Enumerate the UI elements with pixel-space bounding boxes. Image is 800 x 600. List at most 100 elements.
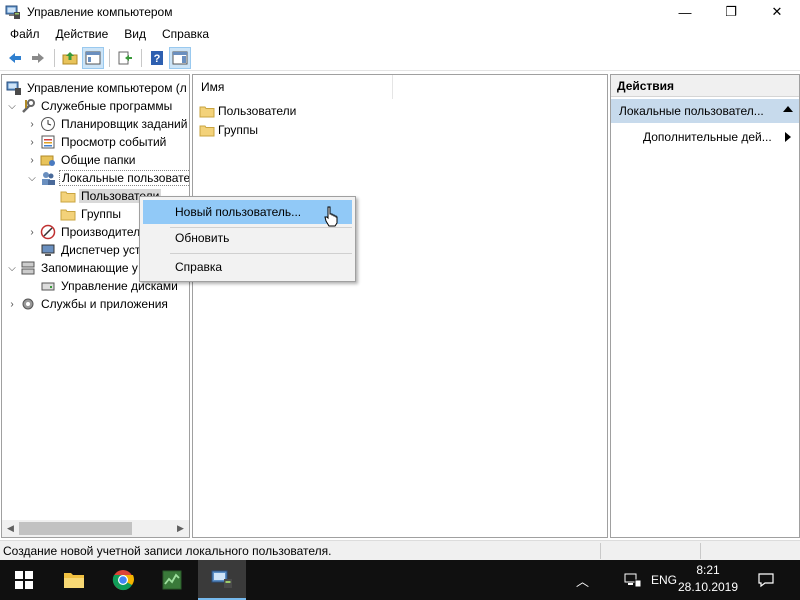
- menu-separator: [170, 253, 352, 254]
- collapse-arrow-icon[interactable]: [783, 106, 793, 112]
- close-button[interactable]: ✕: [754, 0, 800, 24]
- folder-icon: [199, 125, 215, 137]
- help-button[interactable]: ?: [146, 47, 168, 69]
- network-button[interactable]: [624, 560, 642, 600]
- tree-item-task-scheduler[interactable]: › Планировщик заданий: [26, 115, 189, 133]
- tree-item-storage[interactable]: ⌵ Запоминающие у: [6, 259, 140, 277]
- menu-help[interactable]: Справка: [154, 24, 217, 44]
- performance-icon: [40, 224, 56, 240]
- status-bar: Создание новой учетной записи локального…: [0, 540, 800, 560]
- start-button[interactable]: [0, 560, 48, 600]
- tools-icon: [22, 99, 35, 113]
- toolbar-separator: [54, 48, 55, 67]
- column-header-name[interactable]: Имя: [193, 75, 393, 99]
- task-manager-icon: [162, 570, 182, 590]
- taskbar-task-manager[interactable]: [148, 560, 196, 600]
- menu-bar: Файл Действие Вид Справка: [0, 24, 800, 44]
- tree-item-performance[interactable]: › Производител: [26, 223, 142, 241]
- actions-pane: Действия Локальные пользовател... Дополн…: [610, 74, 800, 538]
- maximize-button[interactable]: ❐: [708, 0, 754, 24]
- storage-icon: [21, 261, 35, 275]
- taskbar-computer-management[interactable]: [198, 560, 246, 600]
- submenu-arrow-icon: [785, 132, 791, 142]
- scroll-left-icon[interactable]: ◀: [2, 520, 19, 537]
- status-divider: [600, 543, 601, 559]
- mouse-pointer-icon: [324, 206, 338, 227]
- tree-item-local-users[interactable]: ⌵ Локальные пользовате: [26, 169, 189, 187]
- toolbar-separator: [141, 48, 142, 67]
- computer-management-icon: [6, 81, 21, 95]
- clock-time: 8:21: [696, 563, 720, 577]
- up-button[interactable]: [59, 47, 81, 69]
- device-manager-icon: [41, 244, 55, 256]
- tree-item-root[interactable]: Управление компьютером (л: [4, 79, 189, 97]
- clock[interactable]: 8:21 28.10.2019: [676, 562, 740, 598]
- context-menu-new-user[interactable]: Новый пользователь...: [143, 200, 352, 224]
- actions-header: Действия: [611, 75, 799, 97]
- svg-text:?: ?: [154, 53, 161, 65]
- back-button[interactable]: [4, 47, 26, 69]
- folder-icon: [60, 191, 76, 203]
- chevron-down-icon[interactable]: ⌵: [6, 97, 18, 115]
- more-actions-item[interactable]: Дополнительные дей...: [643, 127, 799, 147]
- chevron-down-icon[interactable]: ⌵: [26, 169, 38, 187]
- chevron-right-icon[interactable]: ›: [26, 133, 38, 151]
- results-pane[interactable]: Имя Пользователи Группы: [192, 74, 608, 538]
- file-explorer-icon: [64, 573, 84, 588]
- chevron-right-icon[interactable]: ›: [26, 223, 38, 241]
- minimize-button[interactable]: —: [662, 0, 708, 24]
- chevron-up-icon: ︿: [576, 573, 590, 589]
- menu-view[interactable]: Вид: [116, 24, 154, 44]
- export-list-icon: [118, 51, 132, 64]
- tree-item-system-tools[interactable]: ⌵ Служебные программы: [6, 97, 174, 115]
- properties-button[interactable]: [169, 46, 191, 69]
- help-icon: ?: [151, 50, 163, 65]
- folder-icon: [199, 106, 215, 118]
- up-folder-icon: [62, 51, 78, 64]
- network-icon: [624, 573, 642, 588]
- scroll-right-icon[interactable]: ▶: [172, 520, 189, 537]
- forward-button[interactable]: [27, 47, 49, 69]
- tree-item-event-viewer[interactable]: › Просмотр событий: [26, 133, 168, 151]
- status-divider: [700, 543, 701, 559]
- tree-item-services[interactable]: › Службы и приложения: [6, 295, 170, 313]
- scroll-thumb[interactable]: [19, 522, 132, 535]
- list-item[interactable]: Пользователи: [199, 102, 296, 120]
- chevron-right-icon[interactable]: ›: [26, 115, 38, 133]
- show-hide-tree-button[interactable]: [82, 46, 104, 69]
- menu-action[interactable]: Действие: [48, 24, 117, 44]
- taskbar-chrome[interactable]: [99, 560, 147, 600]
- export-list-button[interactable]: [114, 47, 136, 69]
- context-menu-help[interactable]: Справка: [143, 255, 352, 279]
- list-item[interactable]: Группы: [199, 121, 258, 139]
- chevron-down-icon[interactable]: ⌵: [6, 259, 18, 277]
- tree-item-device-manager[interactable]: Диспетчер уст: [26, 241, 142, 259]
- computer-management-icon: [5, 5, 20, 19]
- chevron-right-icon[interactable]: ›: [6, 295, 18, 313]
- disk-management-icon: [41, 282, 55, 291]
- context-menu-refresh[interactable]: Обновить: [143, 226, 352, 250]
- notifications-icon: [758, 573, 774, 588]
- horizontal-scrollbar[interactable]: ◀ ▶: [2, 520, 189, 537]
- event-viewer-icon: [41, 135, 55, 149]
- back-arrow-icon: [9, 52, 21, 63]
- tree-item-groups[interactable]: Группы: [58, 205, 123, 223]
- taskbar-file-explorer[interactable]: [50, 560, 98, 600]
- console-tree[interactable]: Управление компьютером (л ⌵ Служебные пр…: [1, 74, 190, 538]
- computer-management-icon: [211, 570, 232, 588]
- clock-date: 28.10.2019: [677, 580, 739, 594]
- menu-file[interactable]: Файл: [2, 24, 48, 44]
- folder-icon: [60, 209, 76, 221]
- services-icon: [22, 298, 34, 310]
- chrome-icon: [112, 570, 134, 591]
- show-hide-tree-icon: [85, 51, 101, 64]
- language-indicator[interactable]: ENG: [651, 560, 677, 600]
- tree-item-shared-folders[interactable]: › Общие папки: [26, 151, 137, 169]
- action-center-button[interactable]: [758, 560, 774, 600]
- shared-folders-icon: [40, 155, 55, 166]
- tray-overflow-button[interactable]: ︿: [576, 560, 589, 600]
- chevron-right-icon[interactable]: ›: [26, 151, 38, 169]
- status-text: Создание новой учетной записи локального…: [3, 543, 332, 558]
- actions-section-local-users[interactable]: Локальные пользовател...: [611, 99, 799, 123]
- toolbar-separator: [109, 48, 110, 67]
